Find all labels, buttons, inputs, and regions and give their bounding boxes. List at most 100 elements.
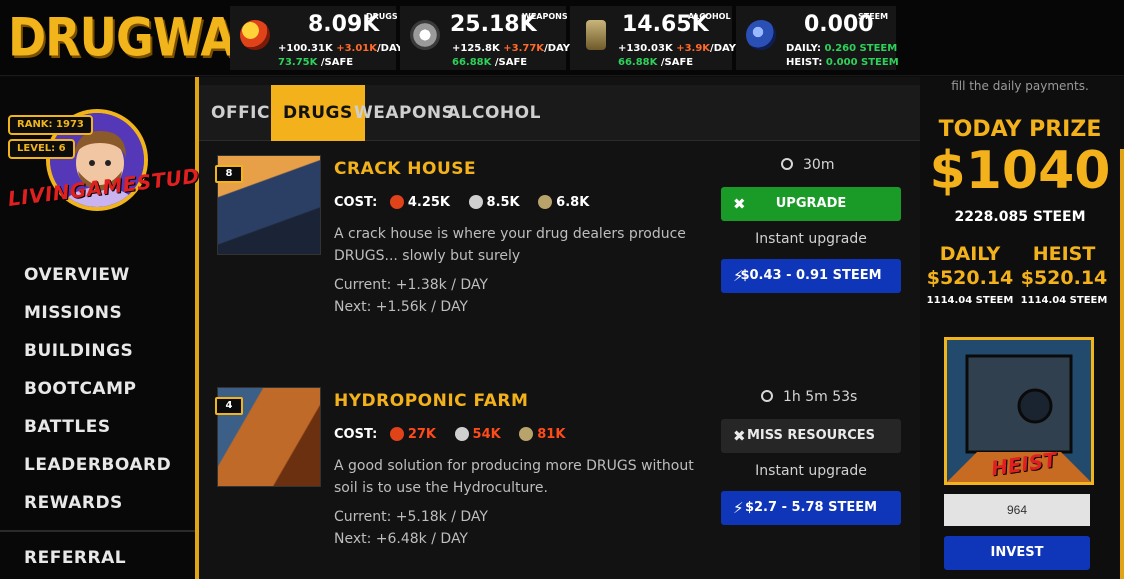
steem-daily-label: DAILY:: [786, 43, 821, 54]
drugs-safe: 73.75K /SAFE: [278, 57, 353, 68]
instant-upgrade-price: $2.7 - 5.78 STEEM: [744, 500, 878, 515]
prize-steem: 2228.085 STEEM: [954, 209, 1086, 225]
steem-heist-value: 0.000 STEEM: [825, 57, 899, 68]
lightning-icon: ⚡: [733, 499, 744, 517]
steem-tag: STEEM: [858, 12, 889, 21]
steem-icon: [746, 20, 776, 50]
heist-steem: 1114.04 STEEM: [1020, 295, 1108, 306]
prize-amount: $1040: [929, 141, 1111, 201]
category-tabs: OFFICE DRUGS WEAPONS ALCOHOL: [199, 85, 920, 141]
building-name: CRACK HOUSE: [334, 159, 477, 179]
drugs-icon: [389, 195, 404, 209]
lightning-icon: ⚡: [733, 267, 744, 285]
drugs-icon: [389, 427, 404, 441]
building-next-production: Next: +6.48k / DAY: [334, 531, 468, 547]
weapons-icon: [454, 427, 469, 441]
resource-steem: 0.000 STEEM DAILY: 0.260 STEEM HEIST: 0.…: [736, 6, 899, 70]
nav-battles[interactable]: BATTLES: [24, 417, 111, 437]
rank-badge: RANK: 1973: [8, 115, 93, 135]
nav-overview[interactable]: OVERVIEW: [24, 265, 130, 285]
building-current-production: Current: +5.18k / DAY: [334, 509, 488, 525]
drugs-safe-label: /SAFE: [320, 57, 354, 68]
buildings-panel: OFFICE DRUGS WEAPONS ALCOHOL 8 CRACK HOU…: [199, 77, 920, 579]
alcohol-icon: [586, 20, 606, 50]
upgrade-timer: 30m: [781, 157, 834, 173]
weapons-safe-label: /SAFE: [494, 57, 528, 68]
weapons-rate: +125.8K +3.77K/DAY: [452, 43, 570, 54]
heist-label: HEIST: [1032, 243, 1096, 265]
clock-icon: [781, 158, 793, 170]
resource-alcohol: 14.65K ALCOHOL +130.03K +3.9K/DAY 66.88K…: [570, 6, 736, 70]
daily-steem: 1114.04 STEEM: [926, 295, 1014, 306]
clock-icon: [761, 390, 773, 402]
cost-weapons: 54K: [472, 427, 501, 442]
cost-drugs: 4.25K: [407, 195, 450, 210]
nav-divider: [0, 530, 195, 532]
prize-accent-rail: [1120, 149, 1124, 579]
level-badge: LEVEL: 6: [8, 139, 75, 159]
instant-upgrade-label: Instant upgrade: [755, 231, 867, 247]
building-description: A good solution for producing more DRUGS…: [334, 458, 694, 496]
instant-upgrade-price: $0.43 - 0.91 STEEM: [740, 268, 882, 283]
alcohol-rate: +130.03K +3.9K/DAY: [618, 43, 736, 54]
miss-resources-button[interactable]: ✖ MISS RESOURCES: [721, 419, 901, 453]
steem-heist: HEIST: 0.000 STEEM: [786, 57, 899, 68]
alcohol-safe: 66.88K /SAFE: [618, 57, 693, 68]
cost-drugs: 27K: [407, 427, 437, 442]
building-card-hydroponic-farm: 4 HYDROPONIC FARM COST: 27K 54K 81K A go…: [207, 381, 917, 556]
upgrade-button[interactable]: ✖ UPGRADE: [721, 187, 901, 221]
heist-vault-image: HEIST: [944, 337, 1094, 485]
upgrade-timer-value: 30m: [803, 157, 835, 173]
daily-label: DAILY: [939, 243, 1001, 265]
weapons-icon: [410, 20, 440, 50]
building-cost: COST: 27K 54K 81K: [334, 427, 579, 442]
building-current-production: Current: +1.38k / DAY: [334, 277, 488, 293]
weapons-icon: [468, 195, 483, 209]
alcohol-icon: [519, 427, 534, 441]
resource-drugs: 8.09K DRUGS +100.31K +3.01K/DAY 73.75K /…: [230, 6, 403, 70]
resource-weapons: 25.18K WEAPONS +125.8K +3.77K/DAY 66.88K…: [400, 6, 570, 70]
sidebar: RANK: 1973 LEVEL: 6 LIVINGAMESTUDIOS OVE…: [0, 77, 241, 579]
miss-resources-label: MISS RESOURCES: [746, 428, 876, 443]
building-level-badge: 8: [215, 165, 243, 183]
tools-icon: ✖: [733, 195, 746, 213]
alcohol-icon: [538, 195, 553, 209]
cost-alcohol: 81K: [537, 427, 566, 442]
alcohol-safe-label: /SAFE: [660, 57, 694, 68]
daily-usd: $520.14: [926, 267, 1014, 289]
drugs-icon: [240, 20, 270, 50]
drugs-safe-value: 73.75K: [278, 57, 318, 68]
weapons-safe: 66.88K /SAFE: [452, 57, 527, 68]
prize-panel: fill the daily payments. TODAY PRIZE $10…: [920, 77, 1124, 579]
drugs-tag: DRUGS: [366, 12, 398, 21]
alcohol-rate-value: +130.03K: [618, 43, 673, 54]
nav-rewards[interactable]: REWARDS: [24, 493, 123, 513]
cost-weapons: 8.5K: [486, 195, 520, 210]
nav-leaderboard[interactable]: LEADERBOARD: [24, 455, 171, 475]
building-next-production: Next: +1.56k / DAY: [334, 299, 468, 315]
drugs-rate-bonus: +3.01K: [336, 43, 378, 54]
steem-daily: DAILY: 0.260 STEEM: [786, 43, 897, 54]
weapons-safe-value: 66.88K: [452, 57, 492, 68]
alcohol-per-day: /DAY: [710, 43, 737, 54]
nav-buildings[interactable]: BUILDINGS: [24, 341, 133, 361]
nav-referral[interactable]: REFERRAL: [24, 548, 126, 568]
instant-upgrade-button[interactable]: ⚡ $0.43 - 0.91 STEEM: [721, 259, 901, 293]
cost-label: COST:: [334, 427, 378, 442]
weapons-rate-value: +125.8K: [452, 43, 500, 54]
alcohol-safe-value: 66.88K: [618, 57, 658, 68]
nav-missions[interactable]: MISSIONS: [24, 303, 122, 323]
building-name: HYDROPONIC FARM: [334, 391, 529, 411]
building-level-badge: 4: [215, 397, 243, 415]
instant-upgrade-label: Instant upgrade: [755, 463, 867, 479]
weapons-rate-bonus: +3.77K: [503, 43, 545, 54]
invest-button[interactable]: INVEST: [944, 536, 1090, 570]
prize-title: TODAY PRIZE: [938, 117, 1102, 142]
alcohol-rate-bonus: +3.9K: [676, 43, 711, 54]
instant-upgrade-button[interactable]: ⚡ $2.7 - 5.78 STEEM: [721, 491, 901, 525]
tab-alcohol[interactable]: ALCOHOL: [435, 85, 553, 141]
invest-amount-input[interactable]: [944, 494, 1090, 526]
drugs-rate: +100.31K +3.01K/DAY: [278, 43, 403, 54]
nav-bootcamp[interactable]: BOOTCAMP: [24, 379, 136, 399]
cost-alcohol: 6.8K: [556, 195, 590, 210]
